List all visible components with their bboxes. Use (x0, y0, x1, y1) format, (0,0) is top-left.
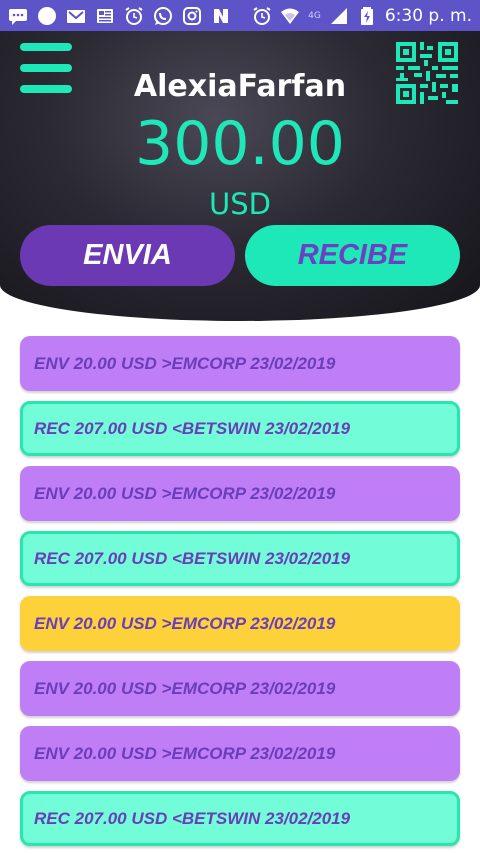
balance-currency: USD (209, 187, 271, 221)
transaction-text: REC 207.00 USD <BETSWIN 23/02/2019 (34, 418, 351, 438)
transaction-row[interactable]: ENV 20.00 USD >EMCORP 23/02/2019 (20, 466, 460, 521)
transaction-text: ENV 20.00 USD >EMCORP 23/02/2019 (34, 353, 336, 373)
transaction-row[interactable]: REC 207.00 USD <BETSWIN 23/02/2019 (20, 401, 460, 456)
transaction-text: REC 207.00 USD <BETSWIN 23/02/2019 (34, 548, 351, 568)
send-button[interactable]: ENVIA (20, 225, 235, 286)
status-bar: 4G 6:30 p. m. (0, 0, 480, 31)
n-app-icon (211, 6, 231, 26)
wifi-icon (280, 6, 300, 26)
news-icon (95, 6, 115, 26)
signal-icon (329, 6, 349, 26)
gmail-icon (66, 6, 86, 26)
transaction-text: ENV 20.00 USD >EMCORP 23/02/2019 (34, 483, 336, 503)
transaction-text: REC 207.00 USD <BETSWIN 23/02/2019 (34, 808, 351, 828)
balance-amount: 300.00 (135, 109, 345, 179)
message-icon (8, 6, 28, 26)
alarm-icon (124, 6, 144, 26)
notification-icons (8, 6, 231, 26)
transaction-row[interactable]: ENV 20.00 USD >EMCORP 23/02/2019 (20, 336, 460, 391)
instagram-icon (182, 6, 202, 26)
wallet-header: AlexiaFarfan 300.00 USD ENVIA RECIBE (0, 31, 480, 321)
battery-icon (357, 6, 377, 26)
transaction-text: ENV 20.00 USD >EMCORP 23/02/2019 (34, 678, 336, 698)
transaction-row[interactable]: ENV 20.00 USD >EMCORP 23/02/2019 (20, 596, 460, 651)
whatsapp-icon (153, 6, 173, 26)
transaction-text: ENV 20.00 USD >EMCORP 23/02/2019 (34, 743, 336, 763)
transaction-row[interactable]: ENV 20.00 USD >EMCORP 23/02/2019 (20, 726, 460, 781)
receive-button[interactable]: RECIBE (245, 225, 460, 286)
clock: 6:30 p. m. (384, 5, 472, 26)
transaction-row[interactable]: REC 207.00 USD <BETSWIN 23/02/2019 (20, 791, 460, 846)
transaction-row[interactable]: REC 207.00 USD <BETSWIN 23/02/2019 (20, 531, 460, 586)
transaction-text: ENV 20.00 USD >EMCORP 23/02/2019 (34, 613, 336, 633)
network-type: 4G (308, 10, 321, 21)
circle-icon (37, 6, 57, 26)
transaction-row[interactable]: ENV 20.00 USD >EMCORP 23/02/2019 (20, 661, 460, 716)
system-icons: 4G 6:30 p. m. (252, 6, 472, 26)
username: AlexiaFarfan (133, 69, 347, 104)
alarm-icon (252, 6, 272, 26)
